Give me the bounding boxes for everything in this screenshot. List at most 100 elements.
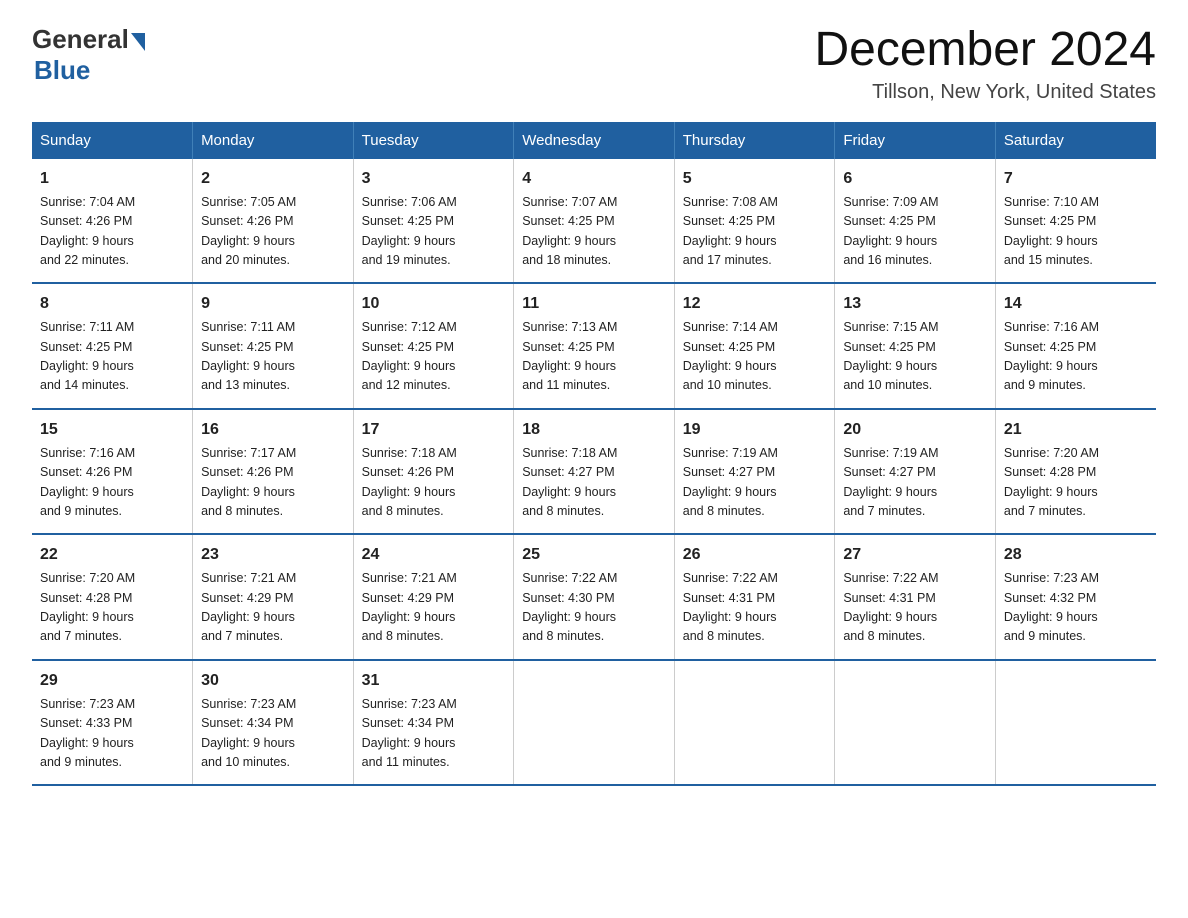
main-title: December 2024 [814, 24, 1156, 77]
day-number: 31 [362, 669, 506, 693]
day-info: Sunrise: 7:15 AM Sunset: 4:25 PM Dayligh… [843, 318, 987, 396]
day-cell: 15Sunrise: 7:16 AM Sunset: 4:26 PM Dayli… [32, 409, 193, 535]
day-info: Sunrise: 7:17 AM Sunset: 4:26 PM Dayligh… [201, 444, 345, 522]
day-info: Sunrise: 7:08 AM Sunset: 4:25 PM Dayligh… [683, 193, 827, 271]
day-cell: 13Sunrise: 7:15 AM Sunset: 4:25 PM Dayli… [835, 283, 996, 409]
day-info: Sunrise: 7:09 AM Sunset: 4:25 PM Dayligh… [843, 193, 987, 271]
day-info: Sunrise: 7:19 AM Sunset: 4:27 PM Dayligh… [843, 444, 987, 522]
day-number: 2 [201, 167, 345, 191]
day-cell: 30Sunrise: 7:23 AM Sunset: 4:34 PM Dayli… [193, 660, 354, 786]
day-info: Sunrise: 7:22 AM Sunset: 4:30 PM Dayligh… [522, 569, 666, 647]
day-cell: 5Sunrise: 7:08 AM Sunset: 4:25 PM Daylig… [674, 159, 835, 284]
day-info: Sunrise: 7:23 AM Sunset: 4:33 PM Dayligh… [40, 695, 184, 773]
day-info: Sunrise: 7:23 AM Sunset: 4:34 PM Dayligh… [362, 695, 506, 773]
day-cell [835, 660, 996, 786]
day-cell: 8Sunrise: 7:11 AM Sunset: 4:25 PM Daylig… [32, 283, 193, 409]
day-info: Sunrise: 7:11 AM Sunset: 4:25 PM Dayligh… [40, 318, 184, 396]
logo-general-text: General [32, 24, 129, 55]
day-cell: 23Sunrise: 7:21 AM Sunset: 4:29 PM Dayli… [193, 534, 354, 660]
day-number: 21 [1004, 418, 1148, 442]
day-cell: 26Sunrise: 7:22 AM Sunset: 4:31 PM Dayli… [674, 534, 835, 660]
day-info: Sunrise: 7:22 AM Sunset: 4:31 PM Dayligh… [843, 569, 987, 647]
day-info: Sunrise: 7:21 AM Sunset: 4:29 PM Dayligh… [362, 569, 506, 647]
header-cell-thursday: Thursday [674, 122, 835, 159]
day-info: Sunrise: 7:13 AM Sunset: 4:25 PM Dayligh… [522, 318, 666, 396]
day-info: Sunrise: 7:04 AM Sunset: 4:26 PM Dayligh… [40, 193, 184, 271]
day-info: Sunrise: 7:20 AM Sunset: 4:28 PM Dayligh… [1004, 444, 1148, 522]
day-cell: 25Sunrise: 7:22 AM Sunset: 4:30 PM Dayli… [514, 534, 675, 660]
day-number: 27 [843, 543, 987, 567]
calendar-header: SundayMondayTuesdayWednesdayThursdayFrid… [32, 122, 1156, 159]
subtitle: Tillson, New York, United States [814, 81, 1156, 104]
day-number: 26 [683, 543, 827, 567]
title-area: December 2024 Tillson, New York, United … [814, 24, 1156, 104]
week-row-3: 15Sunrise: 7:16 AM Sunset: 4:26 PM Dayli… [32, 409, 1156, 535]
day-cell: 16Sunrise: 7:17 AM Sunset: 4:26 PM Dayli… [193, 409, 354, 535]
day-number: 10 [362, 292, 506, 316]
day-number: 4 [522, 167, 666, 191]
day-cell: 18Sunrise: 7:18 AM Sunset: 4:27 PM Dayli… [514, 409, 675, 535]
day-cell [674, 660, 835, 786]
day-cell: 4Sunrise: 7:07 AM Sunset: 4:25 PM Daylig… [514, 159, 675, 284]
day-number: 22 [40, 543, 184, 567]
day-info: Sunrise: 7:16 AM Sunset: 4:26 PM Dayligh… [40, 444, 184, 522]
week-row-2: 8Sunrise: 7:11 AM Sunset: 4:25 PM Daylig… [32, 283, 1156, 409]
logo-arrow-icon [131, 33, 145, 51]
day-info: Sunrise: 7:16 AM Sunset: 4:25 PM Dayligh… [1004, 318, 1148, 396]
week-row-4: 22Sunrise: 7:20 AM Sunset: 4:28 PM Dayli… [32, 534, 1156, 660]
day-info: Sunrise: 7:20 AM Sunset: 4:28 PM Dayligh… [40, 569, 184, 647]
header-cell-tuesday: Tuesday [353, 122, 514, 159]
day-info: Sunrise: 7:18 AM Sunset: 4:26 PM Dayligh… [362, 444, 506, 522]
day-number: 5 [683, 167, 827, 191]
header: General Blue December 2024 Tillson, New … [32, 24, 1156, 104]
day-cell: 27Sunrise: 7:22 AM Sunset: 4:31 PM Dayli… [835, 534, 996, 660]
header-cell-wednesday: Wednesday [514, 122, 675, 159]
day-cell: 2Sunrise: 7:05 AM Sunset: 4:26 PM Daylig… [193, 159, 354, 284]
week-row-5: 29Sunrise: 7:23 AM Sunset: 4:33 PM Dayli… [32, 660, 1156, 786]
logo-area: General Blue [32, 24, 147, 86]
day-cell: 29Sunrise: 7:23 AM Sunset: 4:33 PM Dayli… [32, 660, 193, 786]
day-cell: 11Sunrise: 7:13 AM Sunset: 4:25 PM Dayli… [514, 283, 675, 409]
day-number: 3 [362, 167, 506, 191]
day-cell: 14Sunrise: 7:16 AM Sunset: 4:25 PM Dayli… [995, 283, 1156, 409]
day-cell: 17Sunrise: 7:18 AM Sunset: 4:26 PM Dayli… [353, 409, 514, 535]
logo: General [32, 24, 147, 55]
header-row: SundayMondayTuesdayWednesdayThursdayFrid… [32, 122, 1156, 159]
week-row-1: 1Sunrise: 7:04 AM Sunset: 4:26 PM Daylig… [32, 159, 1156, 284]
day-cell: 19Sunrise: 7:19 AM Sunset: 4:27 PM Dayli… [674, 409, 835, 535]
day-number: 1 [40, 167, 184, 191]
day-cell: 1Sunrise: 7:04 AM Sunset: 4:26 PM Daylig… [32, 159, 193, 284]
day-cell: 3Sunrise: 7:06 AM Sunset: 4:25 PM Daylig… [353, 159, 514, 284]
day-number: 29 [40, 669, 184, 693]
day-cell [995, 660, 1156, 786]
day-info: Sunrise: 7:14 AM Sunset: 4:25 PM Dayligh… [683, 318, 827, 396]
day-number: 14 [1004, 292, 1148, 316]
day-cell: 31Sunrise: 7:23 AM Sunset: 4:34 PM Dayli… [353, 660, 514, 786]
day-number: 8 [40, 292, 184, 316]
day-cell: 6Sunrise: 7:09 AM Sunset: 4:25 PM Daylig… [835, 159, 996, 284]
day-info: Sunrise: 7:07 AM Sunset: 4:25 PM Dayligh… [522, 193, 666, 271]
calendar-table: SundayMondayTuesdayWednesdayThursdayFrid… [32, 122, 1156, 787]
day-number: 13 [843, 292, 987, 316]
day-cell: 12Sunrise: 7:14 AM Sunset: 4:25 PM Dayli… [674, 283, 835, 409]
day-number: 9 [201, 292, 345, 316]
day-cell: 10Sunrise: 7:12 AM Sunset: 4:25 PM Dayli… [353, 283, 514, 409]
day-cell [514, 660, 675, 786]
day-number: 25 [522, 543, 666, 567]
day-number: 17 [362, 418, 506, 442]
day-number: 19 [683, 418, 827, 442]
day-number: 18 [522, 418, 666, 442]
day-cell: 21Sunrise: 7:20 AM Sunset: 4:28 PM Dayli… [995, 409, 1156, 535]
day-number: 24 [362, 543, 506, 567]
day-info: Sunrise: 7:18 AM Sunset: 4:27 PM Dayligh… [522, 444, 666, 522]
header-cell-monday: Monday [193, 122, 354, 159]
day-number: 7 [1004, 167, 1148, 191]
day-number: 11 [522, 292, 666, 316]
day-number: 15 [40, 418, 184, 442]
day-cell: 28Sunrise: 7:23 AM Sunset: 4:32 PM Dayli… [995, 534, 1156, 660]
day-info: Sunrise: 7:05 AM Sunset: 4:26 PM Dayligh… [201, 193, 345, 271]
day-info: Sunrise: 7:21 AM Sunset: 4:29 PM Dayligh… [201, 569, 345, 647]
day-info: Sunrise: 7:19 AM Sunset: 4:27 PM Dayligh… [683, 444, 827, 522]
day-cell: 7Sunrise: 7:10 AM Sunset: 4:25 PM Daylig… [995, 159, 1156, 284]
day-cell: 20Sunrise: 7:19 AM Sunset: 4:27 PM Dayli… [835, 409, 996, 535]
